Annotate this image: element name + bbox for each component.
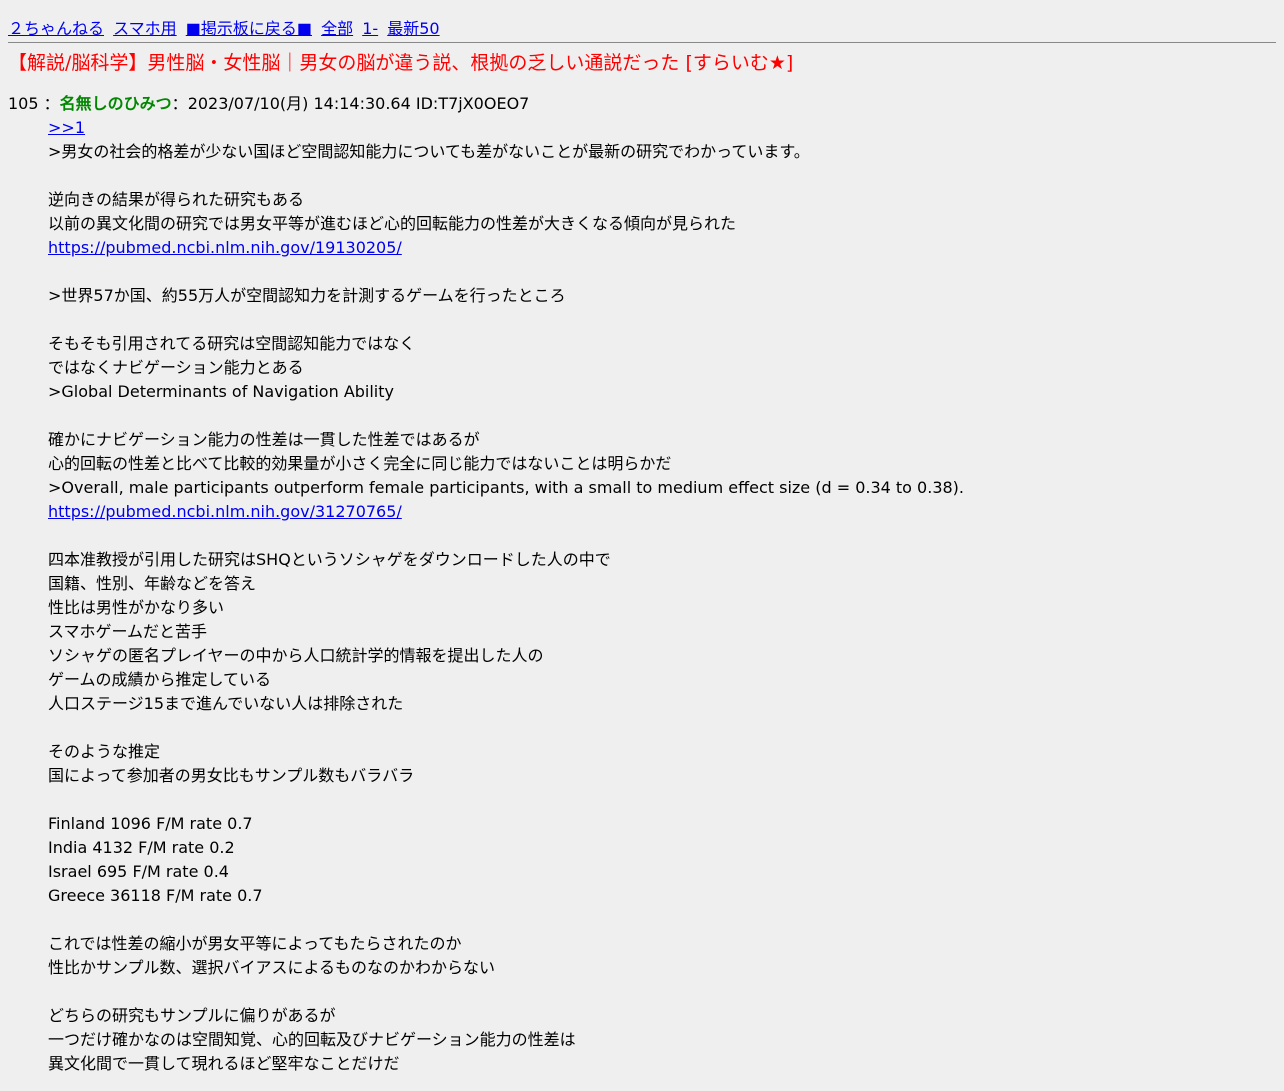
post-line: これでは性差の縮小が男女平等によってもたらされたのか: [48, 934, 462, 953]
post-line: 四本准教授が引用した研究はSHQというソシャゲをダウンロードした人の中で: [48, 550, 611, 569]
post-line: https://pubmed.ncbi.nlm.nih.gov/31270765…: [48, 500, 1268, 524]
top-navigation: ２ちゃんねる スマホ用 ■掲示板に戻る■ 全部 1- 最新50: [8, 18, 444, 40]
post-line: ではなくナビゲーション能力とある: [48, 358, 304, 377]
poster-name: 名無しのひみつ: [59, 94, 172, 113]
reply-anchor-line: >>1: [48, 116, 1268, 140]
post-line: 国籍、性別、年齢などを答え: [48, 574, 257, 593]
post-line: >Overall, male participants outperform f…: [48, 478, 964, 497]
post-line: 人口ステージ15まで進んでいない人は排除された: [48, 694, 404, 713]
post-line: そのような推定: [48, 742, 161, 761]
post-line: >男女の社会的格差が少ない国ほど空間認知能力についても差がないことが最新の研究で…: [48, 142, 810, 161]
post-line: 以前の異文化間の研究では男女平等が進むほど心的回転能力の性差が大きくなる傾向が見…: [48, 214, 737, 233]
post-message: >男女の社会的格差が少ない国ほど空間認知能力についても差がないことが最新の研究で…: [48, 140, 1268, 1076]
latest-50-link[interactable]: 最新50: [387, 19, 439, 38]
url-link[interactable]: https://pubmed.ncbi.nlm.nih.gov/19130205…: [48, 238, 402, 257]
post-line: ゲームの成績から推定している: [48, 670, 272, 689]
post-line: どちらの研究もサンプルに偏りがあるが: [48, 1006, 336, 1025]
back-to-board-link[interactable]: ■掲示板に戻る■: [186, 19, 312, 38]
post-line: スマホゲームだと苦手: [48, 622, 208, 641]
mobile-link[interactable]: スマホ用: [113, 19, 177, 38]
post-line: >Global Determinants of Navigation Abili…: [48, 382, 394, 401]
post-line: 性比かサンプル数、選択バイアスによるものなのかわからない: [48, 958, 496, 977]
post-line: 性比は男性がかなり多い: [48, 598, 225, 617]
post-line: 異文化間で一貫して現れるほど堅牢なことだけだ: [48, 1054, 400, 1073]
from-first-link[interactable]: 1-: [362, 19, 378, 38]
post-line: 心的回転の性差と比べて比較的効果量が小さく完全に同じ能力ではないことは明らかだ: [48, 454, 672, 473]
post-datetime: 2023/07/10(月) 14:14:30.64: [187, 94, 411, 113]
all-posts-link[interactable]: 全部: [321, 19, 353, 38]
post-separator: ：: [43, 94, 60, 113]
post-line: 国によって参加者の男女比もサンプル数もバラバラ: [48, 766, 415, 785]
post-line: >世界57か国、約55万人が空間認知力を計測するゲームを行ったところ: [48, 286, 566, 305]
reply-anchor-link[interactable]: >>1: [48, 118, 85, 137]
post-number: 105: [8, 94, 39, 113]
header-divider: [8, 42, 1276, 43]
post-line: Greece 36118 F/M rate 0.7: [48, 886, 263, 905]
post-line: 一つだけ確かなのは空間知覚、心的回転及びナビゲーション能力の性差は: [48, 1030, 576, 1049]
thread-title: 【解説/脳科学】男性脳・女性脳｜男女の脳が違う説、根拠の乏しい通説だった [すら…: [8, 52, 794, 74]
home-link[interactable]: ２ちゃんねる: [8, 19, 104, 38]
url-link[interactable]: https://pubmed.ncbi.nlm.nih.gov/31270765…: [48, 502, 402, 521]
post-body: >>1 >男女の社会的格差が少ない国ほど空間認知能力についても差がないことが最新…: [48, 116, 1268, 1076]
post-line: Finland 1096 F/M rate 0.7: [48, 814, 253, 833]
post-line: そもそも引用されてる研究は空間認知能力ではなく: [48, 334, 416, 353]
post-line: Israel 695 F/M rate 0.4: [48, 862, 229, 881]
post-line: India 4132 F/M rate 0.2: [48, 838, 235, 857]
post-separator: ：: [171, 94, 188, 113]
post-line: 確かにナビゲーション能力の性差は一貫した性差ではあるが: [48, 430, 480, 449]
post-line: https://pubmed.ncbi.nlm.nih.gov/19130205…: [48, 236, 1268, 260]
post-line: ソシャゲの匿名プレイヤーの中から人口統計学的情報を提出した人の: [48, 646, 544, 665]
poster-id: ID:T7jX0OEO7: [415, 94, 530, 113]
post-header: 105 ：名無しのひみつ：2023/07/10(月) 14:14:30.64 I…: [8, 92, 529, 116]
post-line: 逆向きの結果が得られた研究もある: [48, 190, 305, 209]
